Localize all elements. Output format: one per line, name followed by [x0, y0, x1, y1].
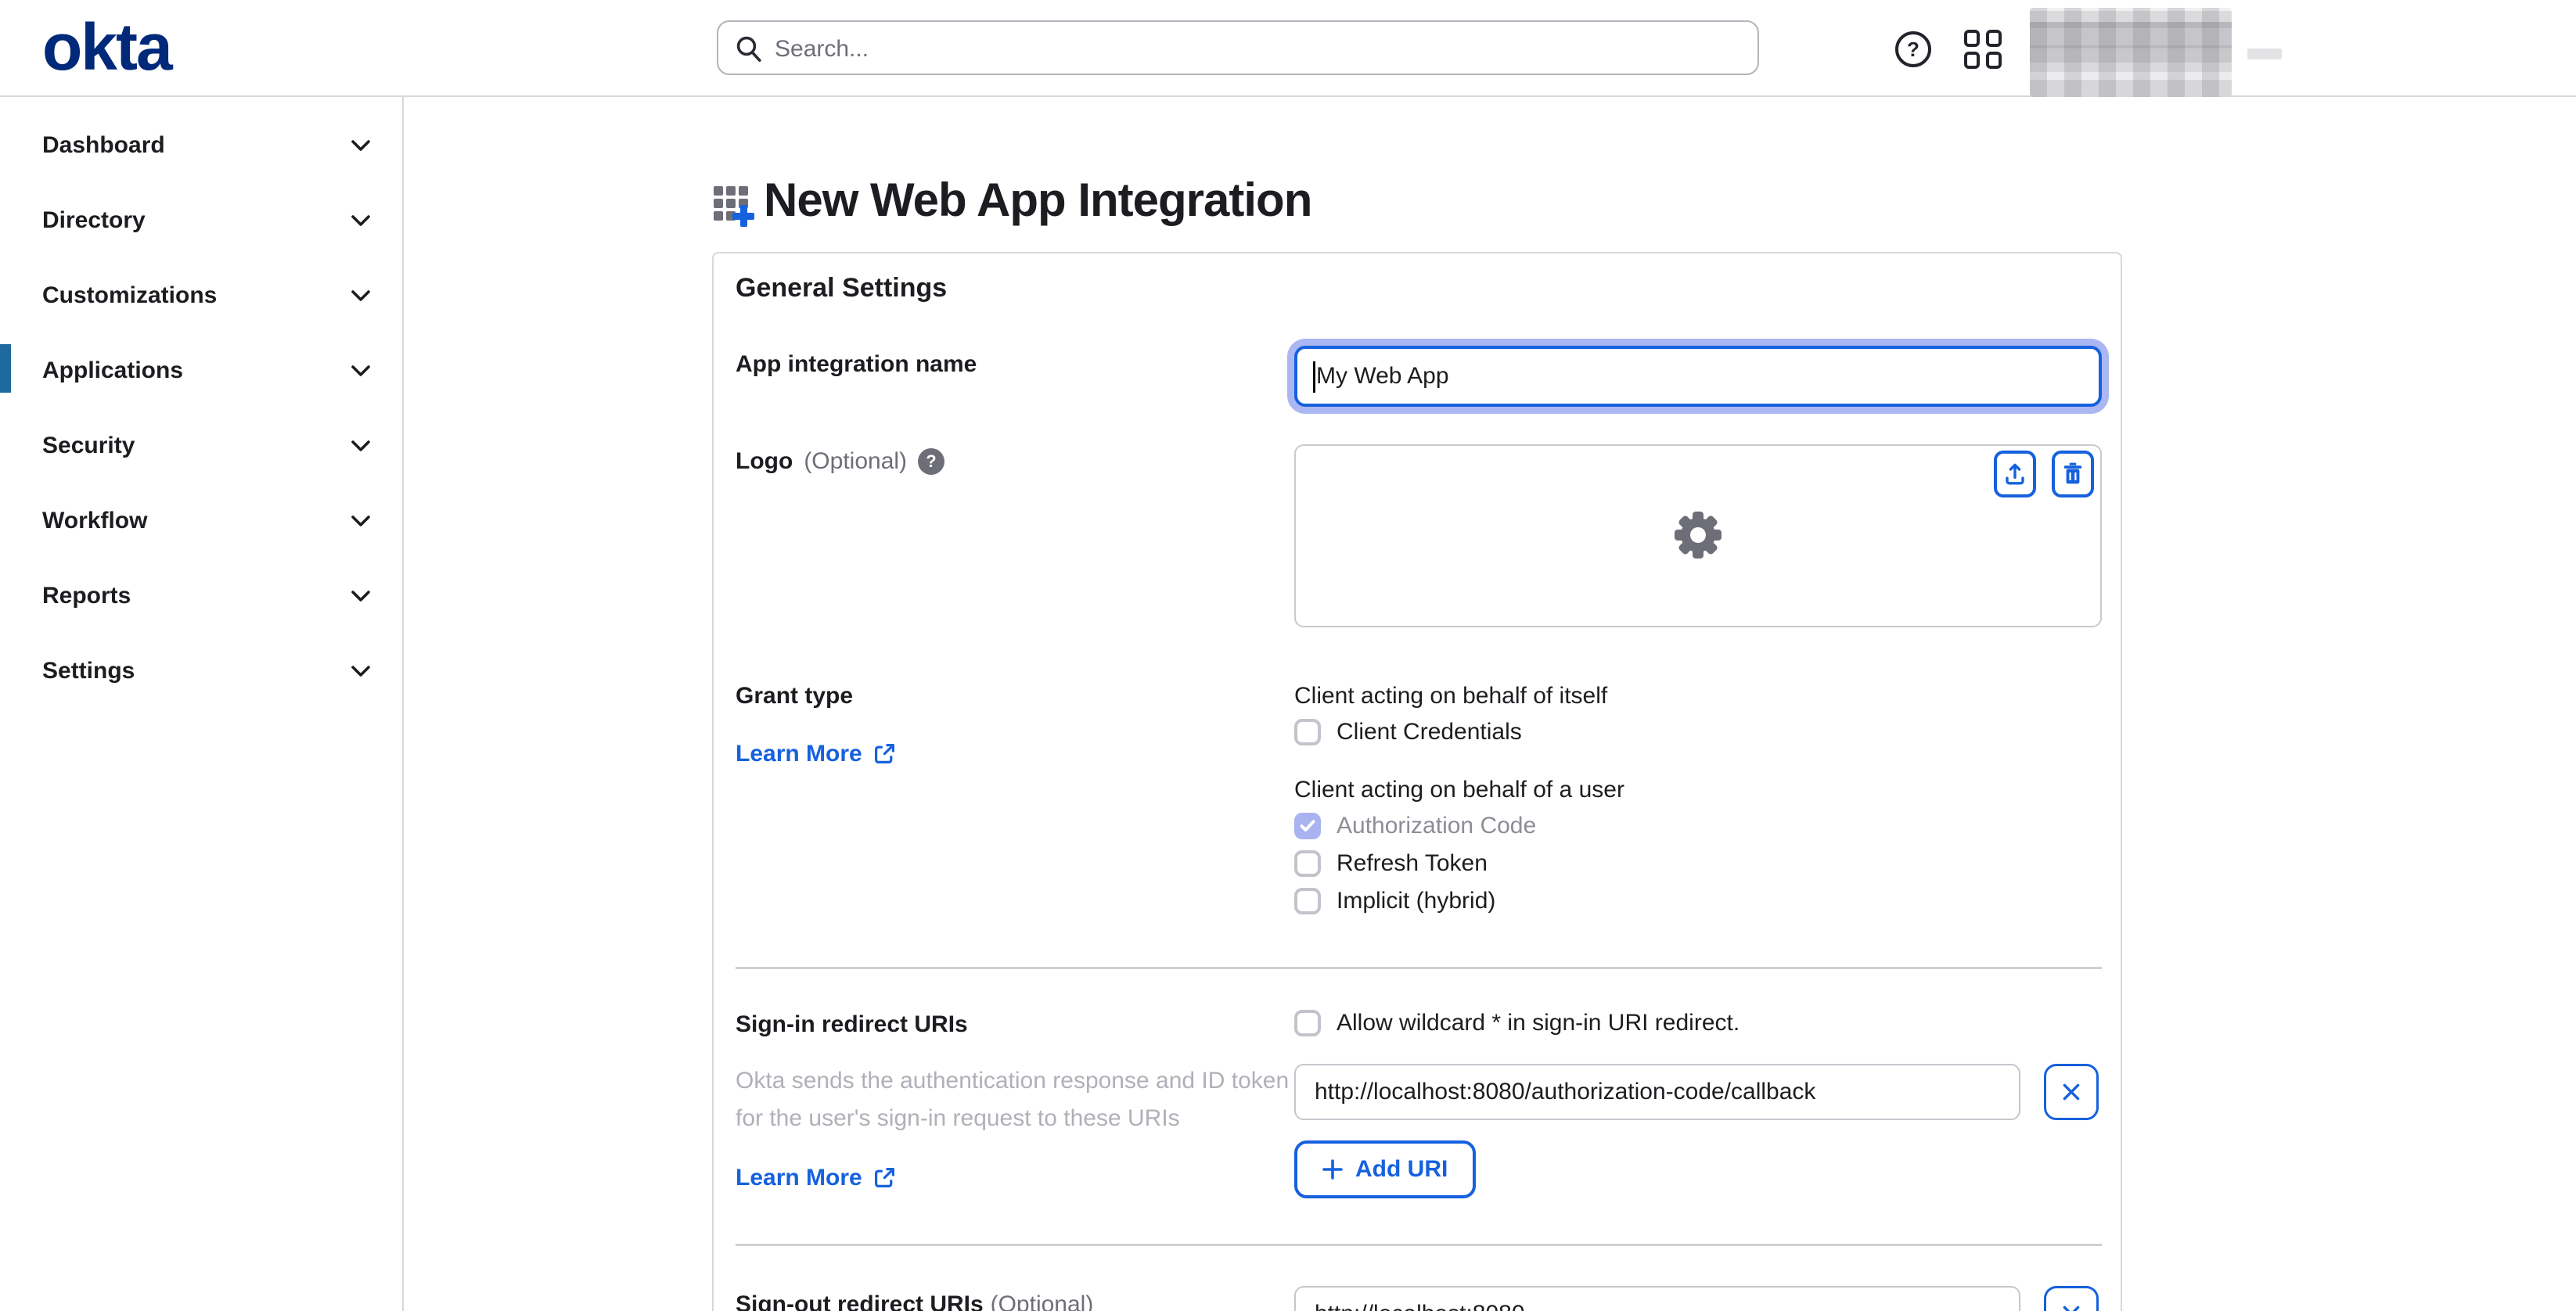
- checkbox-label: Client Credentials: [1337, 718, 1522, 746]
- chevron-down-icon: [351, 440, 371, 452]
- wildcard-checkbox[interactable]: [1294, 1010, 1321, 1036]
- sidebar-item-directory[interactable]: Directory: [0, 183, 402, 258]
- checkbox-label: Implicit (hybrid): [1337, 887, 1495, 915]
- help-tooltip-icon[interactable]: [918, 448, 944, 475]
- trash-icon: [2060, 462, 2085, 487]
- chevron-down-icon: [351, 515, 371, 527]
- checkbox-row-implicit-hybrid: Implicit (hybrid): [1294, 887, 1495, 915]
- question-icon: [1898, 34, 1928, 64]
- page-title: New Web App Integration: [764, 175, 1311, 225]
- sidebar-item-reports[interactable]: Reports: [0, 559, 402, 634]
- sidebar-item-dashboard[interactable]: Dashboard: [0, 108, 402, 183]
- signin-learn-more-link[interactable]: Learn More: [736, 1164, 895, 1192]
- logo-label: Logo: [736, 447, 793, 476]
- signin-helper-text: Okta sends the authentication response a…: [736, 1062, 1290, 1137]
- sidebar-item-security[interactable]: Security: [0, 408, 402, 483]
- client-credentials-checkbox[interactable]: [1294, 719, 1321, 745]
- okta-logo[interactable]: okta: [42, 9, 171, 84]
- text-caret: [1313, 361, 1315, 393]
- remove-signout-uri-button[interactable]: [2044, 1286, 2099, 1311]
- top-bar: okta: [0, 0, 2576, 97]
- implicit-hybrid-checkbox[interactable]: [1294, 888, 1321, 914]
- okta-admin-console: okta Dashboard Directory: [0, 0, 2576, 1311]
- search-input[interactable]: [772, 23, 1740, 75]
- signout-uri-input[interactable]: [1294, 1286, 2020, 1311]
- remove-signin-uri-button[interactable]: [2044, 1064, 2099, 1120]
- grid-icon: [1964, 30, 1980, 47]
- card-heading: General Settings: [736, 272, 947, 304]
- add-uri-button[interactable]: Add URI: [1294, 1140, 1476, 1198]
- new-app-integration-icon: [714, 186, 748, 221]
- check-icon: [1299, 819, 1316, 833]
- external-link-icon: [873, 1167, 895, 1189]
- refresh-token-checkbox[interactable]: [1294, 850, 1321, 877]
- chevron-down-icon: [351, 665, 371, 677]
- logo-label-row: Logo (Optional): [736, 447, 944, 476]
- sidebar-item-workflow[interactable]: Workflow: [0, 483, 402, 559]
- app-switcher-button[interactable]: [1964, 30, 2003, 69]
- upload-logo-button[interactable]: [1994, 451, 2036, 497]
- sidebar-nav: Dashboard Directory Customizations Appli…: [0, 97, 404, 1311]
- sidebar-item-customizations[interactable]: Customizations: [0, 258, 402, 333]
- grant-type-label: Grant type: [736, 682, 853, 710]
- signout-optional: (Optional): [991, 1291, 1094, 1311]
- signin-redirect-label: Sign-in redirect URIs: [736, 1011, 968, 1039]
- grant-self-heading: Client acting on behalf of itself: [1294, 682, 1607, 710]
- section-divider: [736, 1244, 2102, 1246]
- app-name-input[interactable]: [1294, 346, 2102, 407]
- plus-icon: [732, 205, 754, 227]
- user-account-redacted[interactable]: [2030, 8, 2232, 97]
- plus-icon: [1322, 1159, 1343, 1180]
- chevron-down-icon: [351, 365, 371, 377]
- delete-logo-button[interactable]: [2052, 451, 2094, 497]
- chevron-down-icon: [351, 590, 371, 602]
- close-icon: [2061, 1082, 2081, 1102]
- chevron-down-icon: [351, 214, 371, 227]
- checkbox-row-authorization-code: Authorization Code: [1294, 812, 1536, 840]
- checkbox-row-wildcard: Allow wildcard * in sign-in URI redirect…: [1294, 1009, 1740, 1037]
- app-name-label: App integration name: [736, 350, 977, 379]
- checkbox-row-client-credentials: Client Credentials: [1294, 718, 1522, 746]
- checkbox-label: Allow wildcard * in sign-in URI redirect…: [1337, 1009, 1740, 1037]
- close-icon: [2061, 1304, 2081, 1311]
- user-account-redacted-extra: [2247, 48, 2282, 59]
- authorization-code-checkbox[interactable]: [1294, 813, 1321, 839]
- general-settings-card: General Settings App integration name Lo…: [712, 252, 2122, 1311]
- upload-icon: [2002, 462, 2027, 487]
- logo-optional: (Optional): [804, 447, 907, 476]
- checkbox-label: Refresh Token: [1337, 849, 1488, 878]
- checkbox-label: Authorization Code: [1337, 812, 1536, 840]
- section-divider: [736, 967, 2102, 969]
- sidebar-item-applications[interactable]: Applications: [0, 333, 402, 408]
- signout-redirect-label-row: Sign-out redirect URIs (Optional): [736, 1289, 1093, 1311]
- checkbox-row-refresh-token: Refresh Token: [1294, 849, 1488, 878]
- signin-uri-input[interactable]: [1294, 1064, 2020, 1120]
- sidebar-item-settings[interactable]: Settings: [0, 634, 402, 709]
- external-link-icon: [873, 743, 895, 765]
- chevron-down-icon: [351, 139, 371, 152]
- grant-user-heading: Client acting on behalf of a user: [1294, 776, 1624, 804]
- chevron-down-icon: [351, 289, 371, 302]
- grant-learn-more-link[interactable]: Learn More: [736, 740, 895, 768]
- global-search[interactable]: [717, 20, 1759, 75]
- search-icon: [736, 34, 762, 63]
- help-button[interactable]: [1895, 31, 1931, 67]
- gear-placeholder-icon: [1671, 508, 1725, 562]
- signout-redirect-label: Sign-out redirect URIs: [736, 1291, 984, 1311]
